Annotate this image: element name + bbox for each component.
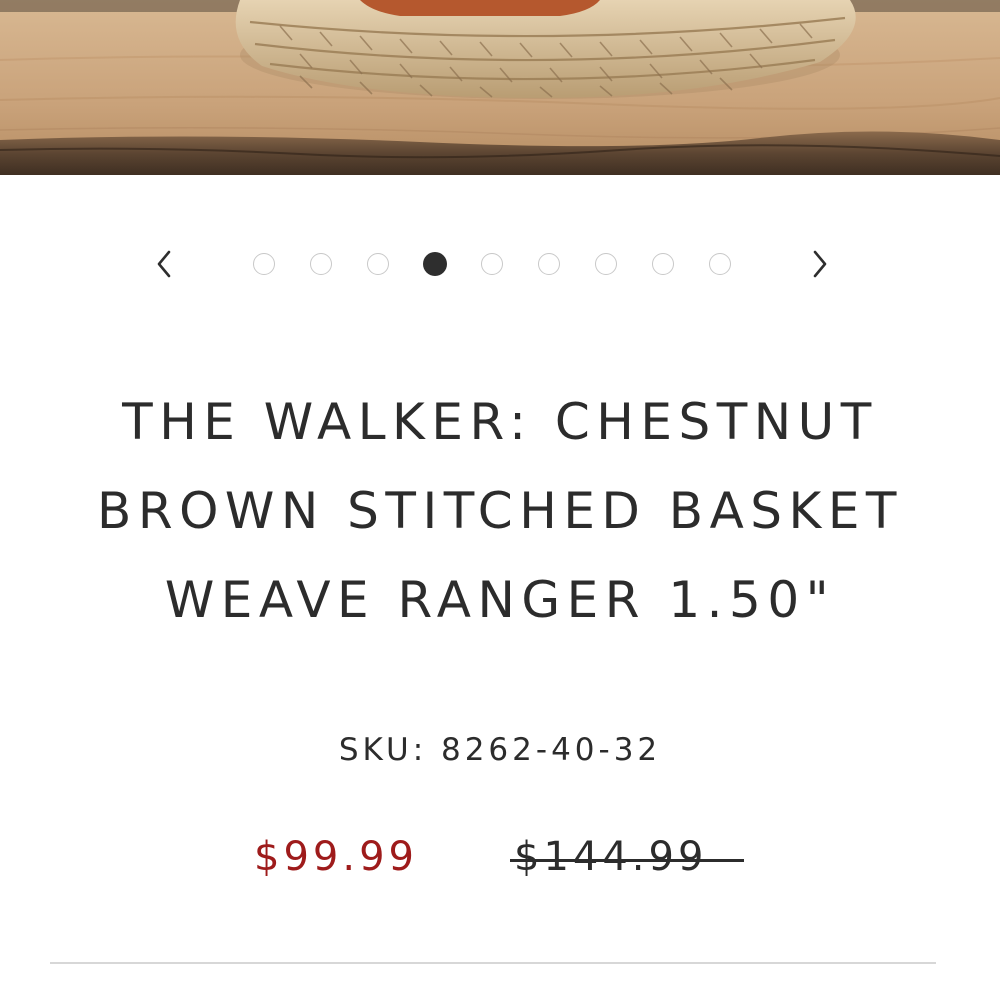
product-title: THE WALKER: CHESTNUT BROWN STITCHED BASK… <box>97 393 903 629</box>
carousel-dot-7[interactable] <box>595 253 617 275</box>
previous-image-button[interactable] <box>142 240 186 288</box>
section-divider <box>50 962 936 964</box>
chevron-right-icon <box>813 250 827 278</box>
price-block: $99.99 $144.99 <box>0 834 1000 894</box>
product-image <box>0 0 1000 175</box>
carousel-dot-2[interactable] <box>310 253 332 275</box>
carousel-dot-9[interactable] <box>709 253 731 275</box>
product-sku: SKU: 8262-40-32 <box>338 732 662 768</box>
carousel-dot-5[interactable] <box>481 253 503 275</box>
carousel-dot-6[interactable] <box>538 253 560 275</box>
carousel-dot-4[interactable] <box>423 252 447 276</box>
chevron-left-icon <box>157 250 171 278</box>
carousel-dot-3[interactable] <box>367 253 389 275</box>
original-price: $144.99 <box>514 834 708 880</box>
sale-price: $99.99 <box>254 834 418 880</box>
product-photo <box>0 0 1000 175</box>
price-strikethrough <box>510 859 744 862</box>
next-image-button[interactable] <box>798 240 842 288</box>
carousel-dot-8[interactable] <box>652 253 674 275</box>
carousel-dot-1[interactable] <box>253 253 275 275</box>
image-carousel-nav <box>0 232 1000 296</box>
